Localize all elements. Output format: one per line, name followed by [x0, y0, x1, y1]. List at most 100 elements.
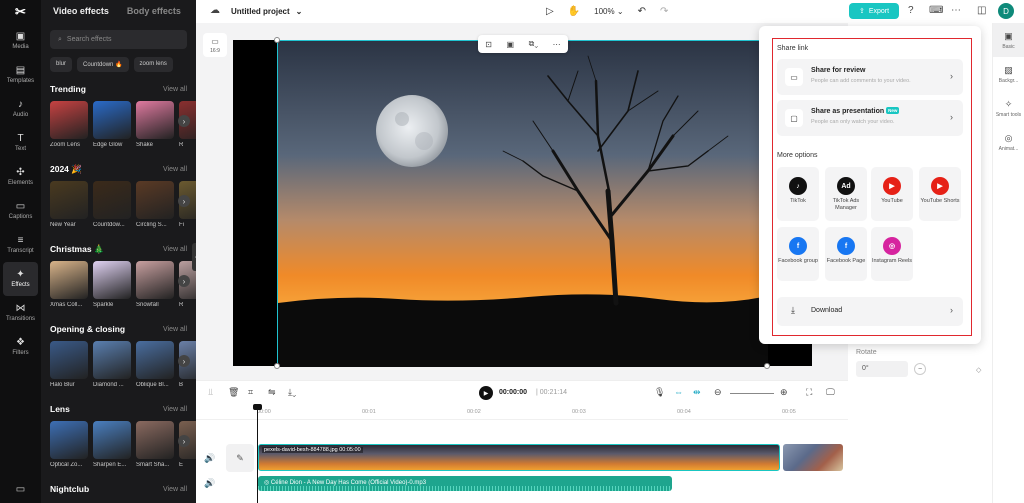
select-pointer-icon[interactable]: ▷: [546, 6, 554, 17]
filter-chip[interactable]: blur: [50, 57, 73, 72]
help-icon[interactable]: ?: [908, 5, 914, 16]
rail-item-filters[interactable]: ❖ Filters: [0, 330, 41, 364]
view-all-link[interactable]: View all: [163, 406, 187, 413]
undo-icon[interactable]: ↶: [638, 6, 646, 17]
flip-icon[interactable]: ⇋: [268, 387, 276, 398]
rotate-reset-button[interactable]: −: [914, 363, 926, 375]
crop-icon[interactable]: ⊡: [485, 40, 492, 49]
export-button[interactable]: ⇪ Export: [849, 3, 899, 19]
effect-thumbnail[interactable]: Smart Sha...: [136, 421, 174, 468]
more-icon[interactable]: ⋯: [951, 5, 961, 16]
rail-item-text[interactable]: T Text: [0, 126, 41, 160]
audio-volume-icon[interactable]: 🔊: [204, 478, 215, 489]
rail-item-media[interactable]: ▣ Media: [0, 24, 41, 58]
keyframe-icon[interactable]: ◇: [976, 366, 981, 374]
view-all-link[interactable]: View all: [163, 86, 187, 93]
share-option-facebook-page[interactable]: f Facebook Page: [825, 227, 867, 281]
tab-body-effects[interactable]: Body effects: [127, 6, 181, 16]
project-title[interactable]: Untitled project ⌄: [231, 7, 302, 16]
feedback-icon[interactable]: ▭: [0, 484, 41, 495]
view-all-link[interactable]: View all: [163, 246, 187, 253]
playhead[interactable]: [257, 406, 258, 503]
tab-video-effects[interactable]: Video effects: [53, 6, 109, 16]
volume-icon[interactable]: 🔊: [204, 453, 215, 464]
rail-item-transitions[interactable]: ⋈ Transitions: [0, 296, 41, 330]
share-option-tiktok-ads-manager[interactable]: Ad TikTok Ads Manager: [825, 167, 867, 221]
avatar[interactable]: D: [998, 3, 1014, 19]
microphone-icon[interactable]: 🎙: [654, 387, 665, 398]
video-clip[interactable]: pexels-david-besh-884788.jpg 00:05:00: [258, 444, 780, 471]
link-clips-icon[interactable]: ⇔: [674, 387, 683, 397]
rail-item-captions[interactable]: ▭ Captions: [0, 194, 41, 228]
effect-thumbnail[interactable]: Diamond ...: [93, 341, 131, 388]
view-all-link[interactable]: View all: [163, 326, 187, 333]
scroll-right-icon[interactable]: ›: [178, 115, 190, 127]
effect-thumbnail[interactable]: Snowfall: [136, 261, 174, 308]
effect-thumbnail[interactable]: Zoom Lens: [50, 101, 88, 148]
split-icon[interactable]: ⫫: [208, 387, 213, 398]
layout-icon[interactable]: ◫: [977, 5, 986, 16]
timeline-zoom-slider[interactable]: [730, 393, 774, 394]
effect-thumbnail[interactable]: Shake: [136, 101, 174, 148]
delete-icon[interactable]: 🗑: [228, 387, 239, 398]
share-as-presentation-button[interactable]: ▢ Share as presentation New People can on…: [777, 100, 963, 136]
more-options-icon[interactable]: ⋯: [553, 40, 561, 49]
timeline-ruler[interactable]: 00:00 00:01 00:02 00:03 00:04 00:05: [196, 404, 848, 420]
scroll-right-icon[interactable]: ›: [178, 195, 190, 207]
effect-thumbnail[interactable]: Halo Blur: [50, 341, 88, 388]
monitor-icon[interactable]: 🖵: [826, 387, 835, 398]
scroll-right-icon[interactable]: ›: [178, 435, 190, 447]
crop-tool-icon[interactable]: ⌗: [248, 387, 253, 398]
resize-handle[interactable]: [274, 37, 280, 43]
keyboard-icon[interactable]: ⌨: [929, 5, 943, 16]
effect-thumbnail[interactable]: Countdow...: [93, 181, 131, 228]
snap-icon[interactable]: ⇹: [693, 387, 701, 398]
rail-item-audio[interactable]: ♪ Audio: [0, 92, 41, 126]
search-input[interactable]: ⌕ Search effects: [50, 30, 187, 49]
rail-item-elements[interactable]: ✣ Elements: [0, 160, 41, 194]
edit-track-button[interactable]: ✎: [226, 444, 254, 472]
resize-handle[interactable]: [274, 363, 280, 369]
rail-item-effects[interactable]: ✦ Effects: [3, 262, 38, 296]
effect-thumbnail[interactable]: Sharpen E...: [93, 421, 131, 468]
resize-handle[interactable]: [764, 363, 770, 369]
share-option-youtube[interactable]: ▶ YouTube: [871, 167, 913, 221]
effect-thumbnail[interactable]: New Year: [50, 181, 88, 228]
aspect-ratio-button[interactable]: ▭ 16:9: [203, 33, 227, 57]
download-button[interactable]: ⤓ Download ›: [777, 297, 963, 326]
zoom-out-icon[interactable]: ⊖: [714, 387, 722, 398]
play-button[interactable]: ▶: [479, 386, 493, 400]
redo-icon[interactable]: ↷: [660, 6, 668, 17]
rotate-input[interactable]: 0°: [856, 361, 908, 377]
replace-icon[interactable]: ⧉⌄: [529, 39, 539, 49]
right-tab-animation[interactable]: ◎ Animat...: [993, 125, 1024, 159]
effect-thumbnail[interactable]: Xmas Coll...: [50, 261, 88, 308]
effect-thumbnail[interactable]: Sparkle: [93, 261, 131, 308]
zoom-in-icon[interactable]: ⊕: [780, 387, 788, 398]
effect-thumbnail[interactable]: Oblique Bl...: [136, 341, 174, 388]
scene-image[interactable]: [277, 40, 768, 367]
video-preview[interactable]: [233, 37, 812, 369]
right-tab-smart-tools[interactable]: ✧ Smart tools: [993, 91, 1024, 125]
share-option-tiktok[interactable]: ♪ TikTok: [777, 167, 819, 221]
zoom-select[interactable]: 100% ⌄: [594, 7, 623, 16]
scroll-right-icon[interactable]: ›: [178, 275, 190, 287]
share-option-instagram-reels[interactable]: ◎ Instagram Reels: [871, 227, 913, 281]
rail-item-transcript[interactable]: ≡ Transcript: [0, 228, 41, 262]
view-all-link[interactable]: View all: [163, 166, 187, 173]
filter-chip[interactable]: zoom lens: [133, 57, 173, 72]
effect-thumbnail[interactable]: Optical Zo...: [50, 421, 88, 468]
fit-icon[interactable]: ▣: [507, 40, 515, 49]
fullscreen-icon[interactable]: ⛶: [806, 387, 812, 398]
audio-clip[interactable]: ◎ Céline Dion - A New Day Has Come (Offi…: [258, 476, 672, 491]
share-option-facebook-group[interactable]: f Facebook group: [777, 227, 819, 281]
share-option-youtube-shorts[interactable]: ▶ YouTube Shorts: [919, 167, 961, 221]
video-clip-next[interactable]: [783, 444, 843, 471]
rail-item-templates[interactable]: ▤ Templates: [0, 58, 41, 92]
right-tab-background[interactable]: ▨ Backgr...: [993, 57, 1024, 91]
filter-chip[interactable]: Countdown 🔥: [77, 57, 129, 72]
view-all-link[interactable]: View all: [163, 486, 187, 493]
download-menu-icon[interactable]: ⤓⌄: [288, 387, 296, 398]
share-for-review-button[interactable]: ▭ Share for review People can add commen…: [777, 59, 963, 95]
hand-tool-icon[interactable]: ✋: [568, 6, 580, 17]
